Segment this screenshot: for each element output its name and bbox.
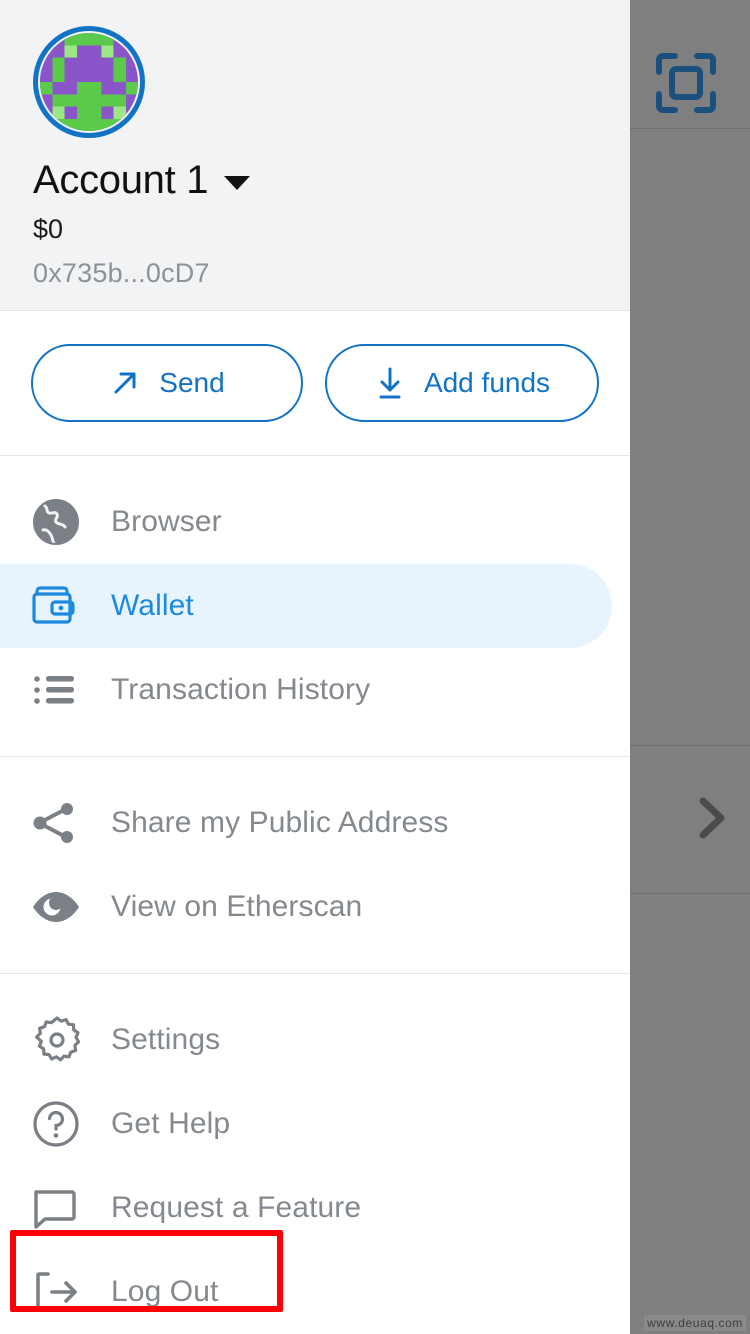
menu-item-label: Browser bbox=[111, 505, 222, 538]
backdrop-divider bbox=[630, 128, 750, 129]
send-button[interactable]: Send bbox=[31, 344, 303, 422]
backdrop-divider bbox=[630, 893, 750, 894]
globe-icon bbox=[31, 497, 85, 547]
list-icon bbox=[31, 665, 85, 715]
menu-item-log-out[interactable]: Log Out bbox=[0, 1250, 630, 1334]
account-header: Account 1 $0 0x735b...0cD7 bbox=[0, 0, 630, 311]
arrow-up-right-icon bbox=[109, 367, 141, 399]
app-screen: www.deuaq.com Account 1 $0 0x735b...0cD7… bbox=[0, 0, 750, 1334]
chevron-down-icon[interactable] bbox=[224, 175, 251, 190]
blockie-identicon-avatar[interactable] bbox=[33, 26, 145, 138]
backdrop-divider bbox=[630, 745, 750, 746]
share-icon bbox=[31, 798, 85, 848]
menu-item-browser[interactable]: Browser bbox=[0, 480, 630, 564]
menu-group-address: Share my Public Address View on Ethersca… bbox=[0, 757, 630, 974]
menu-group-support: Settings Get Help Request a Feature Log … bbox=[0, 974, 630, 1334]
menu-item-get-help[interactable]: Get Help bbox=[0, 1082, 630, 1166]
menu-item-view-on-etherscan[interactable]: View on Etherscan bbox=[0, 865, 630, 949]
menu-group-primary: Browser Wallet Transaction History bbox=[0, 456, 630, 757]
menu-item-label: Wallet bbox=[111, 589, 194, 622]
speech-bubble-icon bbox=[31, 1183, 85, 1233]
scan-qr-frame-icon[interactable] bbox=[655, 52, 717, 114]
eye-icon bbox=[31, 882, 85, 932]
menu-item-label: Request a Feature bbox=[111, 1191, 362, 1224]
account-balance: $0 bbox=[33, 214, 64, 244]
account-actions: Send Add funds bbox=[0, 311, 630, 456]
menu-item-request-a-feature[interactable]: Request a Feature bbox=[0, 1166, 630, 1250]
site-watermark: www.deuaq.com bbox=[644, 1315, 746, 1331]
question-circle-icon bbox=[31, 1099, 85, 1149]
account-name: Account 1 bbox=[33, 158, 209, 202]
menu-item-wallet[interactable]: Wallet bbox=[0, 564, 612, 648]
menu-item-settings[interactable]: Settings bbox=[0, 998, 630, 1082]
account-name-row[interactable]: Account 1 bbox=[33, 160, 630, 200]
menu-item-label: Share my Public Address bbox=[111, 806, 449, 839]
menu-item-label: Log Out bbox=[111, 1275, 219, 1308]
chevron-right-icon[interactable] bbox=[692, 795, 732, 841]
wallet-icon bbox=[31, 581, 85, 631]
menu-item-transaction-history[interactable]: Transaction History bbox=[0, 648, 630, 732]
send-button-label: Send bbox=[159, 367, 225, 398]
avatar-ring bbox=[33, 26, 145, 138]
arrow-down-to-line-icon bbox=[374, 366, 406, 400]
menu-item-label: Settings bbox=[111, 1023, 221, 1056]
menu-item-label: Transaction History bbox=[111, 673, 371, 706]
add-funds-button[interactable]: Add funds bbox=[325, 344, 599, 422]
menu-item-share-public-address[interactable]: Share my Public Address bbox=[0, 781, 630, 865]
logout-icon bbox=[31, 1267, 85, 1317]
menu-item-label: Get Help bbox=[111, 1107, 231, 1140]
account-address[interactable]: 0x735b...0cD7 bbox=[33, 260, 630, 287]
menu-item-label: View on Etherscan bbox=[111, 890, 363, 923]
account-sidebar-drawer: Account 1 $0 0x735b...0cD7 Send Add fund… bbox=[0, 0, 630, 1334]
add-funds-button-label: Add funds bbox=[423, 367, 551, 398]
gear-icon bbox=[31, 1014, 85, 1066]
